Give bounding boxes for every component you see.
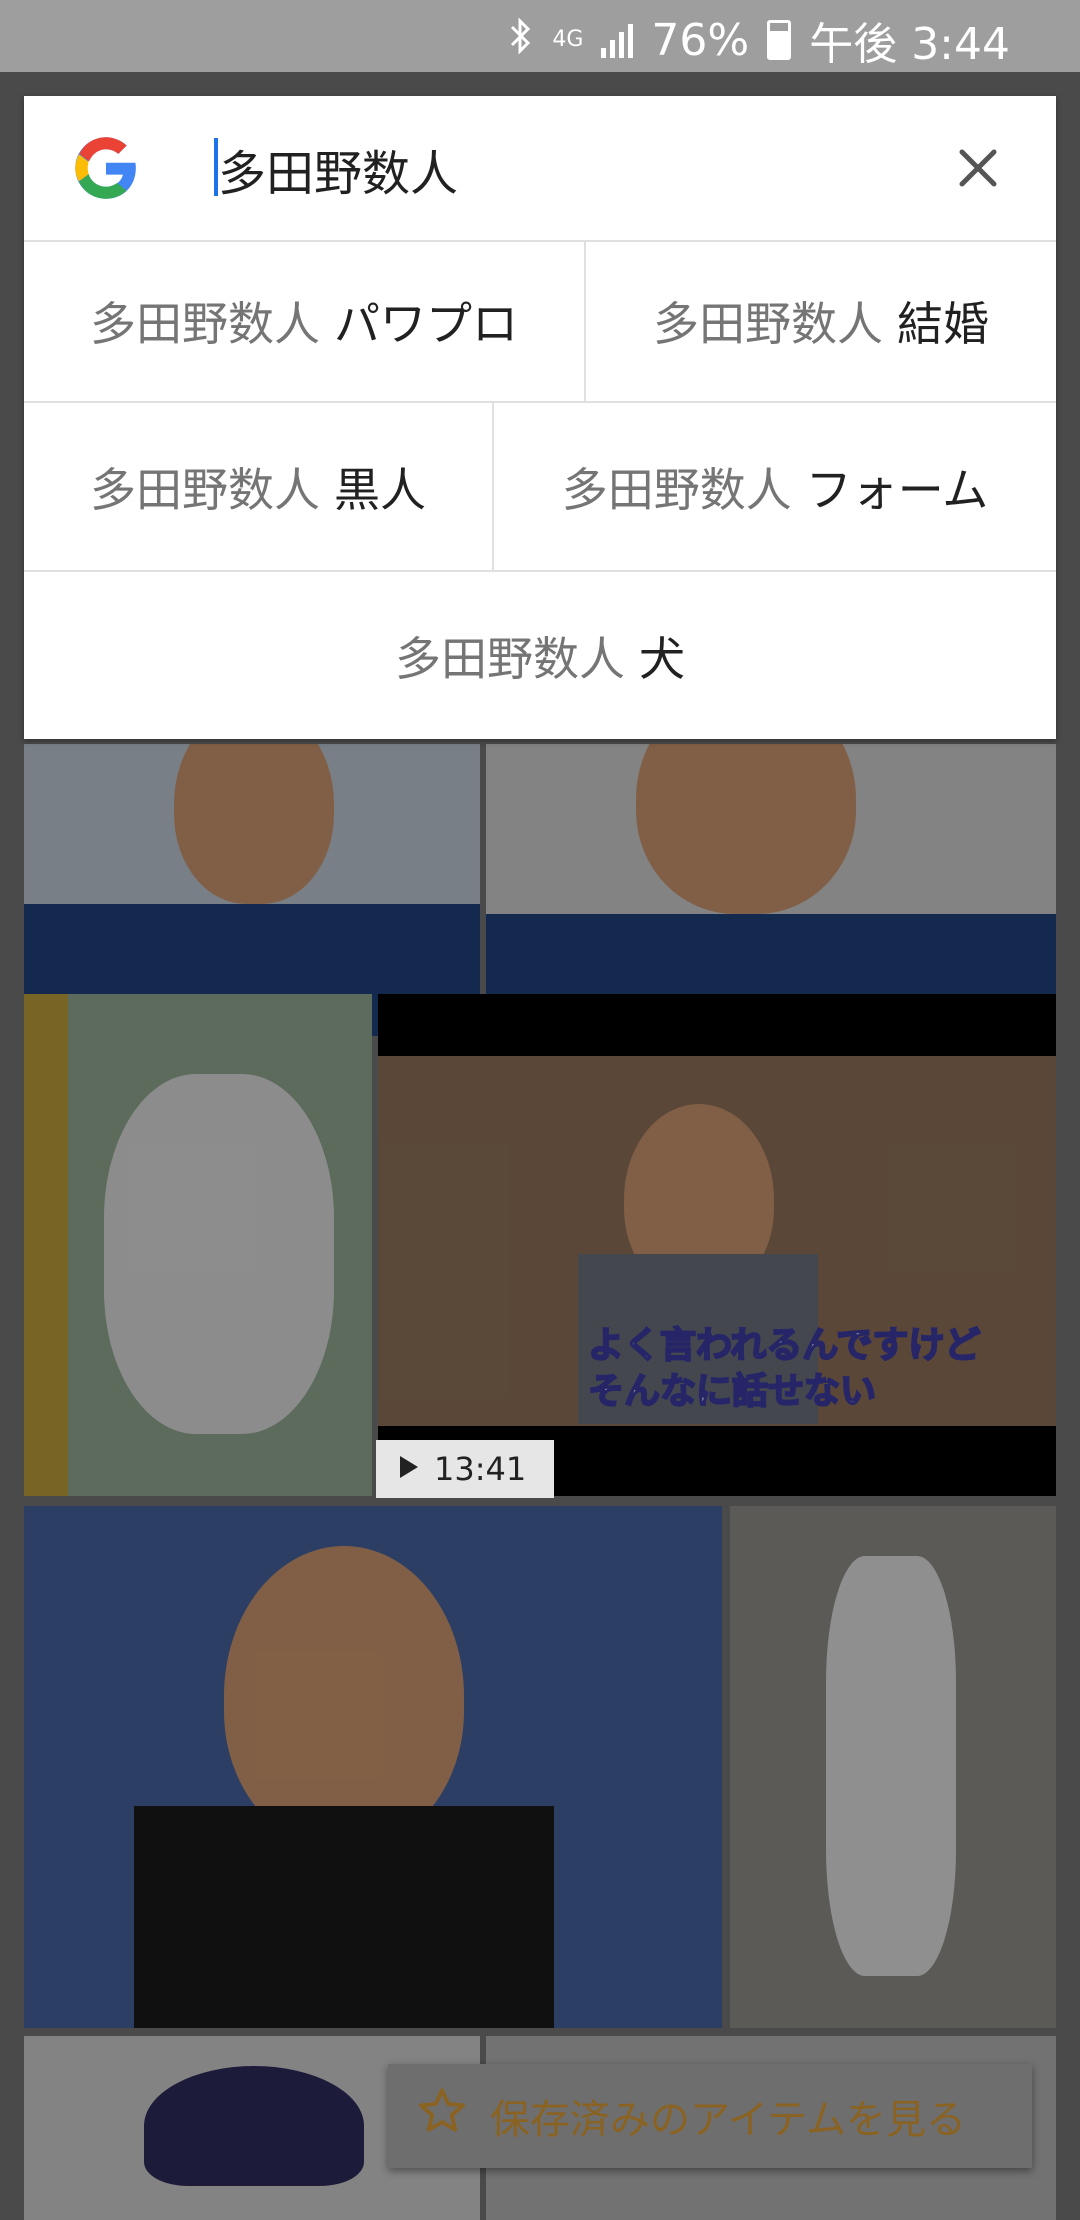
signal-icon: [601, 22, 634, 58]
google-logo-icon[interactable]: [70, 132, 142, 204]
suggestion-chip[interactable]: 多田野数人 結婚: [586, 240, 1056, 401]
saved-items-label: 保存済みのアイテムを見る: [490, 2097, 966, 2143]
search-bar: 多田野数人: [24, 96, 1056, 242]
clock: 午後 3:44: [809, 19, 1010, 70]
suggestion-prefix: 多田野数人: [653, 296, 883, 351]
suggestion-prefix: 多田野数人: [90, 296, 320, 351]
suggestion-prefix: 多田野数人: [90, 462, 320, 517]
suggestion-suffix: 黒人: [334, 462, 426, 517]
image-result[interactable]: [24, 744, 480, 1036]
saved-items-button[interactable]: 保存済みのアイテムを見る: [388, 2064, 1032, 2168]
image-result[interactable]: [486, 744, 1056, 1036]
battery-percent: 76%: [651, 14, 750, 66]
star-icon: [416, 2085, 468, 2147]
search-input[interactable]: 多田野数人: [218, 134, 458, 204]
suggestion-chip[interactable]: 多田野数人 黒人: [24, 403, 492, 570]
search-suggestions-panel: 多田野数人 多田野数人 パワプロ 多田野数人 結婚 多田野数人 黒人 多田野数人…: [24, 96, 1056, 739]
suggestion-prefix: 多田野数人: [395, 631, 625, 686]
network-type: 4G: [552, 27, 584, 52]
suggestion-suffix: 結婚: [897, 296, 989, 351]
suggestion-suffix: フォーム: [805, 462, 989, 517]
suggestion-suffix: 犬: [639, 631, 685, 686]
suggestion-suffix: パワプロ: [334, 296, 518, 351]
video-result[interactable]: よく言われるんですけど そんなに話せない: [378, 994, 1056, 1496]
video-duration-badge: 13:41: [376, 1440, 554, 1498]
image-result[interactable]: [24, 994, 372, 1496]
image-result[interactable]: [730, 1506, 1056, 2028]
suggestion-chip[interactable]: 多田野数人 フォーム: [494, 403, 1056, 570]
suggestion-prefix: 多田野数人: [561, 462, 792, 517]
close-icon[interactable]: [946, 136, 1010, 200]
status-bar: 4G 76% 午後 3:44: [0, 0, 1080, 72]
play-icon: [398, 1450, 420, 1488]
image-result[interactable]: [24, 1506, 722, 2028]
battery-charging-icon: [767, 20, 792, 60]
bluetooth-icon: [508, 15, 534, 66]
video-duration: 13:41: [434, 1450, 527, 1488]
suggestion-chip[interactable]: 多田野数人 犬: [24, 572, 1056, 739]
suggestion-chip[interactable]: 多田野数人 パワプロ: [24, 240, 584, 401]
